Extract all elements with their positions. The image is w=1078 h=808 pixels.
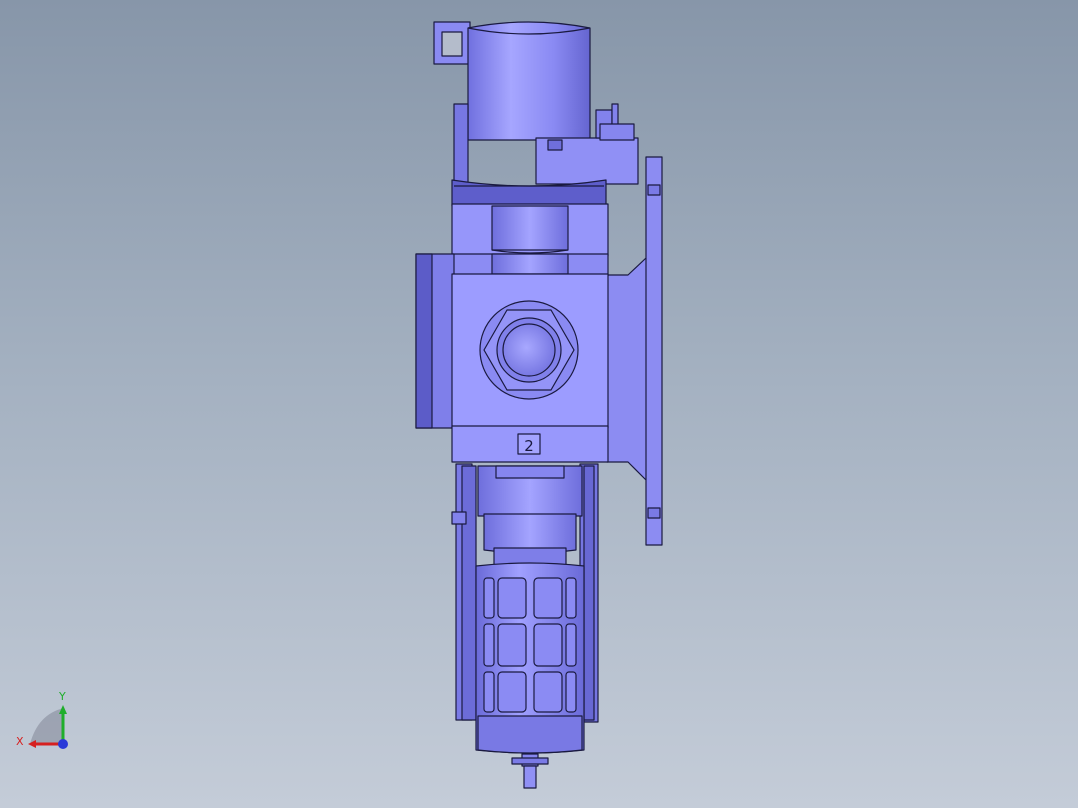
- x-axis-label: X: [16, 735, 24, 748]
- cad-viewport[interactable]: 2 X Y: [0, 0, 1078, 808]
- side-port-left: [415, 253, 455, 429]
- view-orientation-triad: X Y: [16, 690, 68, 749]
- regulator-knob[interactable]: [467, 21, 591, 141]
- lock-handle: [433, 21, 471, 65]
- drain-valve[interactable]: [511, 753, 549, 789]
- upper-body: [451, 203, 609, 257]
- filter-regulator-model[interactable]: 2: [415, 21, 663, 789]
- lower-body-band: 2: [451, 425, 609, 463]
- body-neck: [451, 253, 609, 277]
- outlet-port[interactable]: [479, 300, 579, 400]
- z-axis-dot: [58, 739, 68, 749]
- mounting-bracket: [606, 156, 663, 546]
- port-number-marking: 2: [524, 437, 534, 455]
- triad-shadow-arc: [30, 708, 64, 744]
- y-axis-label: Y: [58, 690, 66, 703]
- bowl-collar: [477, 465, 583, 567]
